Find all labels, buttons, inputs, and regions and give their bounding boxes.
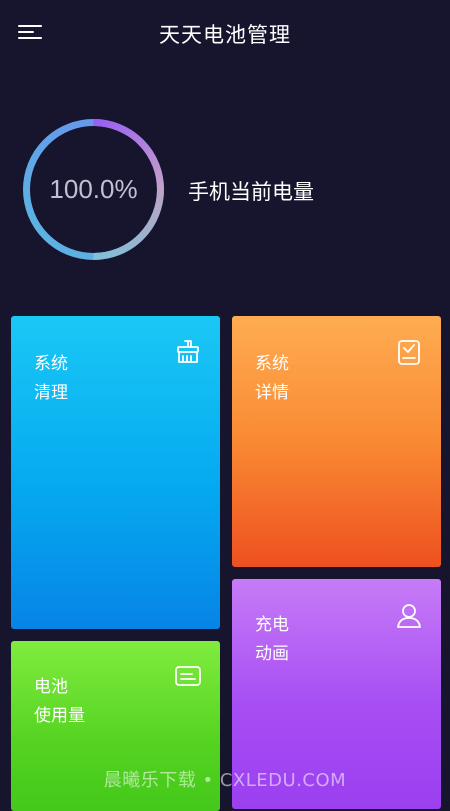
system-clean-card[interactable]: 系统 清理: [11, 316, 220, 629]
app-header: 天天电池管理: [0, 0, 450, 66]
watermark: 晨曦乐下载 • CXLEDU.COM: [103, 770, 347, 791]
system-details-card[interactable]: 系统 详情: [232, 316, 441, 567]
charge-animation-label: 充电 动画: [255, 615, 289, 664]
battery-label: 手机当前电量: [188, 180, 314, 204]
battery-gauge: 100.0%: [20, 116, 167, 263]
device-check-icon: [398, 340, 420, 365]
battery-usage-label: 电池 使用量: [34, 677, 85, 726]
user-icon: [397, 604, 421, 628]
battery-percentage: 100.0%: [49, 174, 138, 204]
broom-icon: [177, 340, 199, 363]
system-clean-label: 系统 清理: [34, 354, 68, 403]
page-title: 天天电池管理: [159, 23, 291, 47]
chat-list-icon: [175, 666, 201, 686]
system-details-label: 系统 详情: [255, 354, 289, 403]
